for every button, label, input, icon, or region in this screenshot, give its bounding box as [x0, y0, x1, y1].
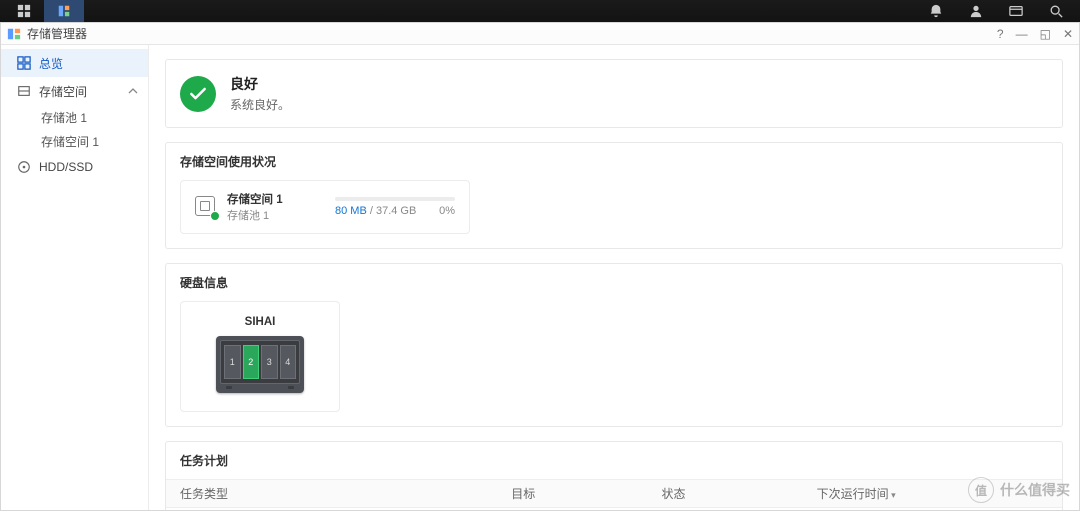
window-titlebar: 存储管理器 ? — ◱ ✕ — [1, 23, 1079, 45]
volume-icon — [195, 196, 217, 218]
volume-card[interactable]: 存储空间 1 存储池 1 80 MB / 37.4 GB 0% — [180, 180, 470, 234]
tasks-table: 任务类型 目标 状态 下次运行时间 S.M.A.R.T. 快速测试硬盘 2已就绪… — [166, 479, 1062, 510]
storage-manager-icon — [7, 27, 21, 41]
usage-percent: 0% — [439, 205, 455, 217]
taskbar-notify-icon[interactable] — [916, 0, 956, 22]
drives-section-title: 硬盘信息 — [166, 264, 1062, 301]
storage-manager-window: 存储管理器 ? — ◱ ✕ 总览 存储空间 存储池 1 存储空间 1 HDD/S… — [0, 22, 1080, 511]
taskbar-user-icon[interactable] — [956, 0, 996, 22]
close-button[interactable]: ✕ — [1063, 27, 1073, 41]
drive-bay-1[interactable]: 1 — [224, 345, 241, 379]
drives-panel: 硬盘信息 SIHAI 1234 — [165, 263, 1063, 427]
col-status[interactable]: 状态 — [647, 480, 802, 508]
sidebar-item-pool-1[interactable]: 存储池 1 — [1, 105, 148, 129]
window-title: 存储管理器 — [27, 25, 997, 42]
watermark: 值 什么值得买 — [968, 477, 1070, 503]
table-row[interactable]: S.M.A.R.T. 快速测试硬盘 2已就绪2022-09-24 — [166, 508, 1062, 511]
usage-section-title: 存储空间使用状况 — [166, 143, 1062, 180]
drive-bay-2[interactable]: 2 — [243, 345, 260, 379]
taskbar-apps-button[interactable] — [4, 0, 44, 22]
usage-panel: 存储空间使用状况 存储空间 1 存储池 1 — [165, 142, 1063, 249]
disk-icon — [17, 160, 31, 174]
sidebar-item-label: 总览 — [39, 55, 63, 72]
storage-icon — [17, 84, 31, 98]
col-target[interactable]: 目标 — [497, 480, 647, 508]
device-name: SIHAI — [245, 316, 276, 328]
status-title: 良好 — [230, 74, 290, 94]
drive-chassis: 1234 — [216, 336, 304, 393]
drive-device-card[interactable]: SIHAI 1234 — [180, 301, 340, 412]
chevron-up-icon — [128, 86, 138, 96]
taskbar-search-icon[interactable] — [1036, 0, 1076, 22]
minimize-button[interactable]: — — [1016, 27, 1028, 41]
sidebar-item-volume-1[interactable]: 存储空间 1 — [1, 129, 148, 153]
volume-name: 存储空间 1 — [227, 191, 283, 207]
sidebar-item-label: HDD/SSD — [39, 160, 93, 174]
system-taskbar — [0, 0, 1080, 22]
maximize-button[interactable]: ◱ — [1040, 27, 1051, 41]
drive-bay-3[interactable]: 3 — [261, 345, 278, 379]
sidebar-item-hdd-ssd[interactable]: HDD/SSD — [1, 153, 148, 181]
drive-bay-4[interactable]: 4 — [280, 345, 297, 379]
sidebar-item-overview[interactable]: 总览 — [1, 49, 148, 77]
overview-icon — [17, 56, 31, 70]
sidebar-item-storage[interactable]: 存储空间 — [1, 77, 148, 105]
sidebar: 总览 存储空间 存储池 1 存储空间 1 HDD/SSD — [1, 45, 149, 510]
sidebar-item-label: 存储空间 — [39, 83, 87, 100]
tasks-section-title: 任务计划 — [166, 442, 1062, 479]
help-button[interactable]: ? — [997, 27, 1004, 41]
usage-total: 37.4 GB — [376, 205, 416, 217]
tasks-panel: 任务计划 任务类型 目标 状态 下次运行时间 S.M.A.R.T. 快速测试硬盘… — [165, 441, 1063, 510]
col-task-type[interactable]: 任务类型 — [166, 480, 497, 508]
status-subtitle: 系统良好。 — [230, 96, 290, 113]
main-content: 良好 系统良好。 存储空间使用状况 存储空间 1 存储池 1 — [149, 45, 1079, 510]
status-panel: 良好 系统良好。 — [165, 59, 1063, 128]
taskbar-widgets-icon[interactable] — [996, 0, 1036, 22]
taskbar-storage-button[interactable] — [44, 0, 84, 22]
usage-used: 80 MB — [335, 205, 367, 217]
usage-bar — [335, 197, 455, 201]
pool-name: 存储池 1 — [227, 207, 283, 223]
status-ok-icon — [180, 76, 216, 112]
